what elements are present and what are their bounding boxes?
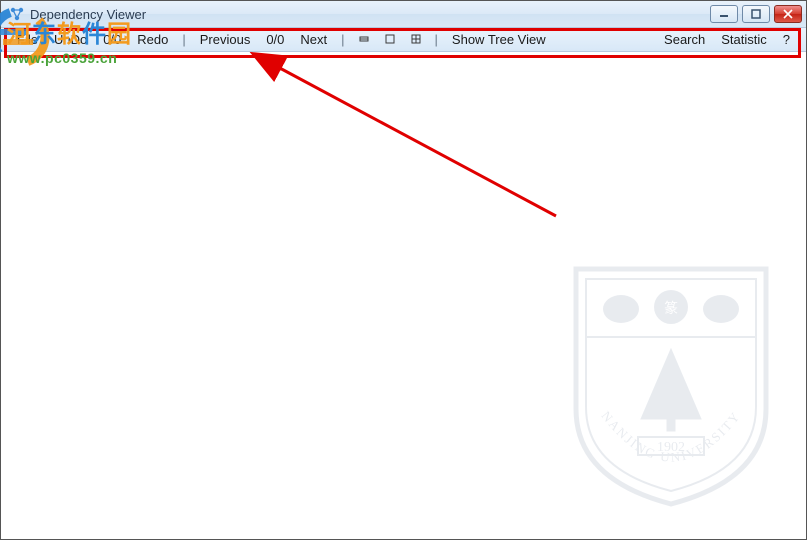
- separator: |: [335, 32, 350, 47]
- close-button[interactable]: [774, 5, 802, 23]
- menu-undo[interactable]: UnDo: [46, 28, 95, 52]
- undo-counter: 0/0: [95, 28, 129, 52]
- menu-search[interactable]: Search: [656, 28, 713, 52]
- menu-show-tree-view[interactable]: Show Tree View: [444, 28, 554, 52]
- menu-statistic[interactable]: Statistic: [713, 28, 775, 52]
- layout-grid-button[interactable]: [403, 28, 429, 52]
- menubar: File UnDo 0/0 Redo | Previous 0/0 Next |…: [1, 28, 806, 52]
- window-title: Dependency Viewer: [30, 7, 146, 22]
- menu-redo[interactable]: Redo: [129, 28, 176, 52]
- menu-next[interactable]: Next: [292, 28, 335, 52]
- layout-small-button[interactable]: [351, 28, 377, 52]
- menu-file[interactable]: File: [9, 28, 46, 52]
- window-controls: [710, 5, 802, 23]
- content-area: [2, 52, 805, 538]
- nav-counter: 0/0: [258, 28, 292, 52]
- minimize-button[interactable]: [710, 5, 738, 23]
- app-icon: [9, 6, 25, 22]
- menu-previous[interactable]: Previous: [192, 28, 259, 52]
- menu-help[interactable]: ?: [775, 28, 798, 52]
- separator: |: [429, 32, 444, 47]
- maximize-button[interactable]: [742, 5, 770, 23]
- titlebar: Dependency Viewer: [1, 1, 806, 28]
- layout-single-button[interactable]: [377, 28, 403, 52]
- separator: |: [176, 32, 191, 47]
